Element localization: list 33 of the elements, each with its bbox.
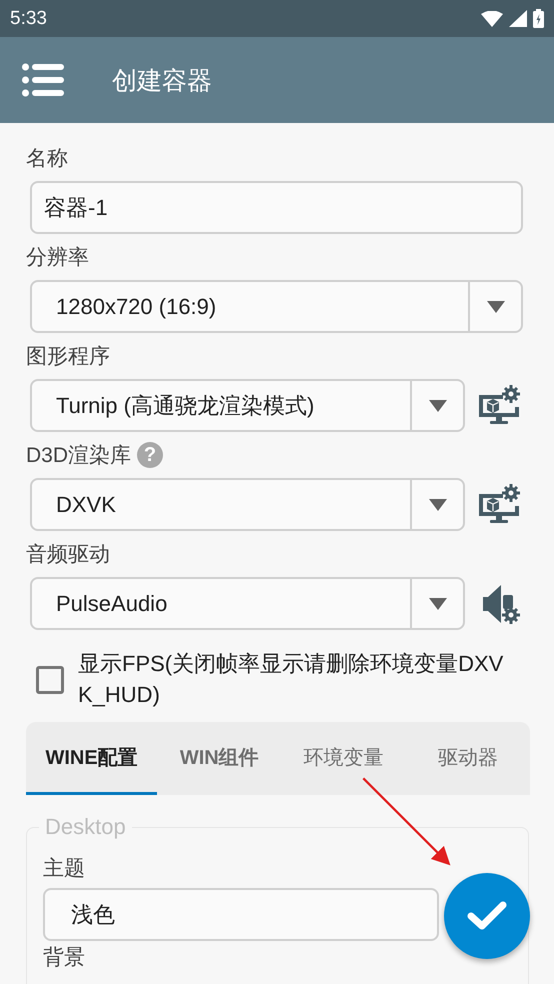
dropdown[interactable]: DXVK bbox=[30, 478, 465, 531]
caret-icon bbox=[486, 300, 504, 312]
tab[interactable]: 环境变量 bbox=[281, 722, 406, 795]
field-label: 主题 bbox=[43, 856, 86, 882]
monitor-gear-icon[interactable] bbox=[479, 484, 521, 526]
tab[interactable]: 驱动器 bbox=[406, 722, 530, 795]
caret-icon bbox=[428, 400, 446, 412]
caret-icon bbox=[428, 598, 446, 610]
dropdown[interactable]: PulseAudio bbox=[30, 577, 465, 630]
field-label: 分辨率 bbox=[26, 245, 89, 271]
field-label: D3D渲染库 bbox=[26, 443, 132, 469]
dropdown[interactable]: 1280x720 (16:9) bbox=[30, 280, 523, 333]
caret-icon bbox=[428, 498, 446, 510]
tab[interactable]: WINE配置 bbox=[26, 722, 158, 795]
menu-icon[interactable] bbox=[22, 63, 64, 97]
wifi-icon bbox=[481, 10, 503, 26]
name-input-field[interactable]: 容器-1 bbox=[30, 181, 523, 234]
field-label: 音频驱动 bbox=[26, 542, 110, 568]
checkbox[interactable] bbox=[36, 666, 64, 694]
app-bar-title: 创建容器 bbox=[112, 66, 212, 96]
tab[interactable]: WIN组件 bbox=[157, 722, 282, 795]
field-label: 图形程序 bbox=[26, 344, 110, 370]
checkmark-icon bbox=[467, 901, 507, 931]
battery-icon bbox=[533, 9, 544, 28]
signal-icon bbox=[509, 10, 527, 27]
dropdown[interactable]: Turnip (高通骁龙渲染模式) bbox=[30, 379, 465, 432]
field-label: 名称 bbox=[26, 146, 68, 172]
field-label: 背景 bbox=[43, 945, 86, 971]
monitor-gear-icon[interactable] bbox=[479, 384, 521, 426]
status-time: 5:33 bbox=[10, 8, 47, 30]
checkbox-label: 显示FPS(关闭帧率显示请删除环境变量DXVK_HUD) bbox=[78, 650, 504, 709]
theme-dropdown[interactable]: 浅色 bbox=[43, 888, 439, 941]
confirm-button[interactable] bbox=[444, 873, 530, 959]
